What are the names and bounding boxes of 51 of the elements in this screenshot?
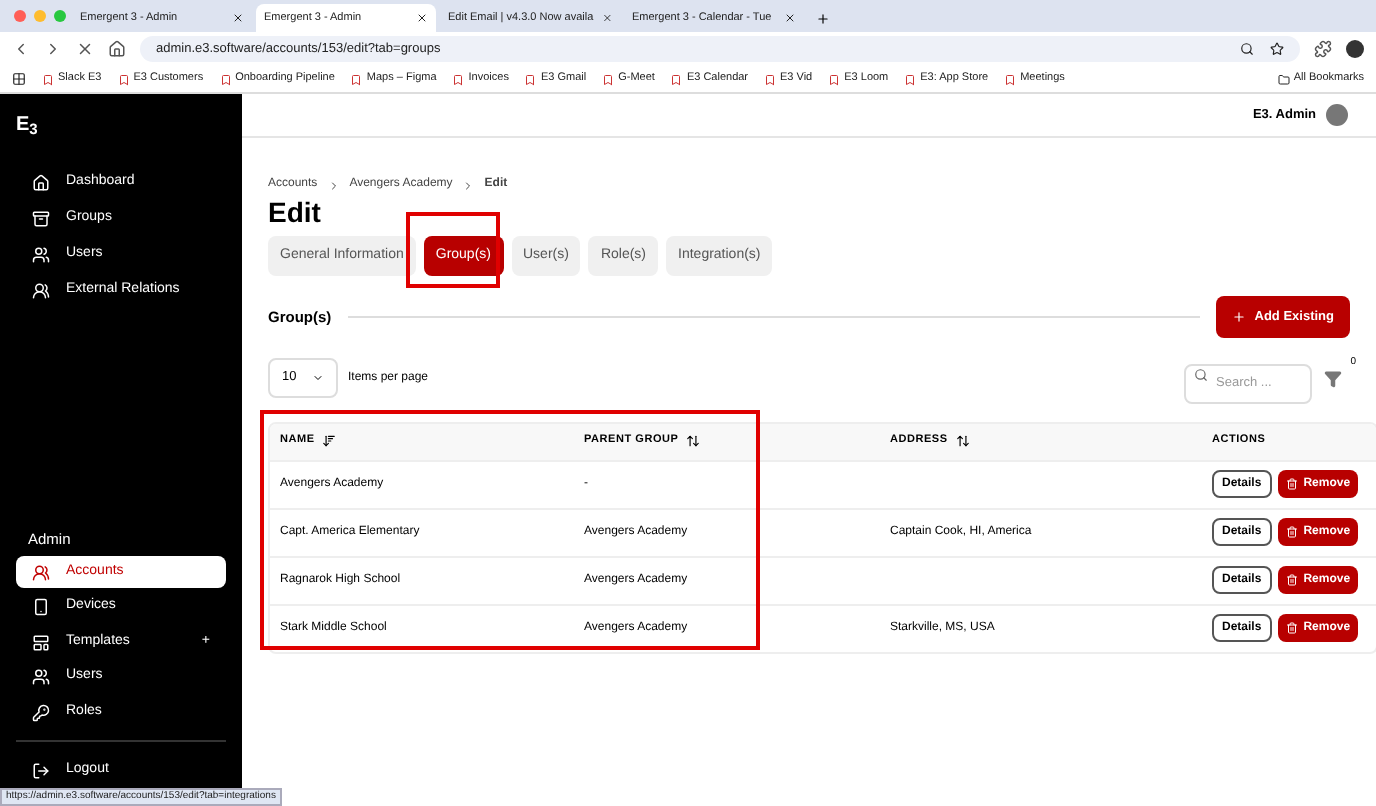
bookmark-icon — [524, 73, 537, 85]
bookmark-icon — [764, 73, 777, 85]
apps-icon[interactable] — [12, 72, 26, 86]
sort-icon — [322, 434, 337, 448]
users-icon — [32, 245, 50, 263]
bookmark-icon — [828, 73, 841, 85]
search-icon — [1194, 367, 1208, 381]
extensions-icon[interactable] — [1314, 40, 1332, 58]
search-icon[interactable] — [1240, 42, 1254, 56]
plus-icon — [1232, 310, 1247, 324]
close-icon[interactable] — [232, 12, 244, 24]
close-icon[interactable] — [416, 12, 428, 24]
bookmark-icon — [350, 73, 363, 85]
home-icon[interactable] — [108, 40, 126, 58]
page-title: Edit — [268, 196, 323, 228]
folder-icon — [1277, 73, 1290, 85]
forward-icon[interactable] — [44, 40, 62, 58]
trash-icon — [1285, 478, 1298, 490]
bookmark-icon — [904, 73, 917, 85]
filter-icon[interactable] — [1324, 370, 1342, 389]
users-icon — [32, 668, 50, 686]
home-icon — [32, 173, 50, 191]
caret-icon — [312, 372, 324, 385]
template-icon — [32, 633, 50, 651]
new-tab-icon[interactable] — [816, 12, 830, 26]
phone-icon — [32, 598, 50, 616]
bookmark-icon — [1004, 73, 1017, 85]
annotation-frame — [406, 212, 500, 288]
trash-icon — [1285, 574, 1298, 586]
bookmark-icon — [670, 73, 683, 85]
sort-icon — [686, 434, 701, 448]
chevron-icon — [327, 179, 340, 191]
people-icon — [32, 563, 50, 581]
bookmark-icon — [117, 73, 130, 85]
bookmark-icon — [452, 73, 465, 85]
bookmark-icon — [602, 73, 615, 85]
people-icon — [32, 281, 50, 299]
logo[interactable]: E$_{3}$ — [16, 114, 38, 136]
trash-icon — [1285, 526, 1298, 538]
chevron-icon — [462, 179, 475, 191]
bookmark-icon — [219, 73, 232, 85]
box-icon — [32, 209, 50, 227]
close-icon[interactable] — [784, 12, 796, 24]
stop-icon[interactable] — [76, 40, 94, 58]
trash-icon — [1285, 622, 1298, 634]
key-icon — [32, 703, 50, 721]
logout-icon — [32, 761, 50, 779]
sort-icon — [955, 434, 970, 448]
back-icon[interactable] — [12, 40, 30, 58]
star-icon[interactable] — [1270, 42, 1284, 56]
bookmark-icon — [42, 73, 54, 85]
